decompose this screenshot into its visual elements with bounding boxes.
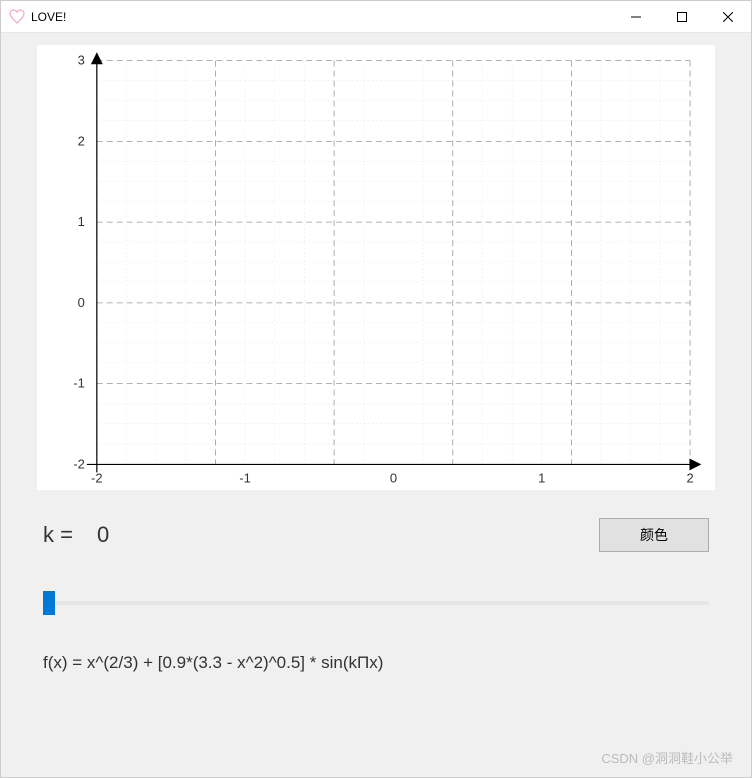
k-slider[interactable]: [43, 594, 709, 612]
window-controls: [613, 1, 751, 32]
k-value: 0: [97, 522, 109, 548]
app-window: LOVE!: [0, 0, 752, 778]
titlebar: LOVE!: [1, 1, 751, 33]
y-tick-label: 3: [78, 53, 85, 68]
content-area: -2 -1 0 1 2 -2 -1 0 1 2 3 k = 0 颜色 f(x) …: [1, 33, 751, 777]
x-tick-label: 2: [686, 470, 693, 485]
x-tick-label: 0: [390, 470, 397, 485]
formula-text: f(x) = x^(2/3) + [0.9*(3.3 - x^2)^0.5] *…: [37, 653, 715, 673]
plot-svg: -2 -1 0 1 2 -2 -1 0 1 2 3: [37, 45, 715, 490]
k-row: k = 0 颜色: [37, 518, 715, 552]
maximize-button[interactable]: [659, 1, 705, 32]
y-tick-label: -2: [73, 456, 85, 471]
k-label: k =: [43, 522, 73, 548]
y-tick-label: 1: [78, 214, 85, 229]
plot-area: -2 -1 0 1 2 -2 -1 0 1 2 3: [37, 45, 715, 490]
close-button[interactable]: [705, 1, 751, 32]
x-tick-label: -1: [239, 470, 251, 485]
color-button[interactable]: 颜色: [599, 518, 709, 552]
x-tick-label: -2: [91, 470, 103, 485]
watermark: CSDN @洞洞鞋小公举: [601, 748, 733, 767]
window-title: LOVE!: [31, 10, 613, 24]
minimize-button[interactable]: [613, 1, 659, 32]
y-tick-label: 2: [78, 133, 85, 148]
y-tick-label: 0: [78, 295, 85, 310]
x-tick-label: 1: [538, 470, 545, 485]
slider-row: [37, 594, 715, 617]
heart-icon: [9, 9, 25, 25]
y-tick-label: -1: [73, 376, 85, 391]
